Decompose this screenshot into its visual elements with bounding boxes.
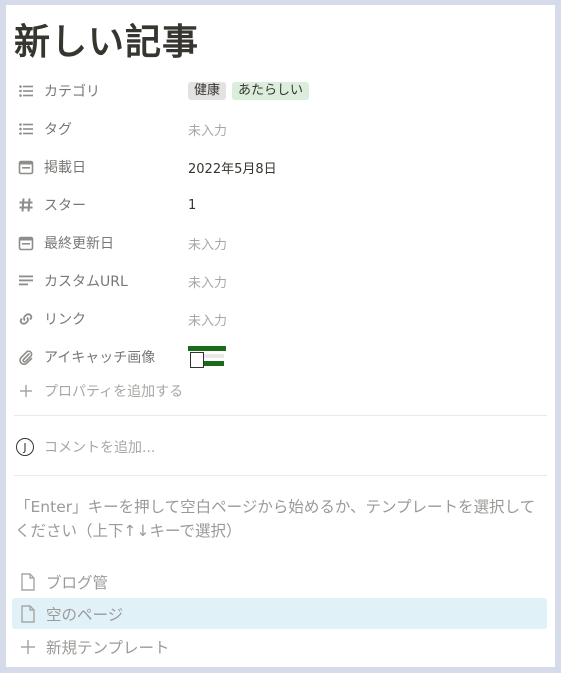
calendar-icon [16,157,36,177]
property-name: カテゴリ [44,84,100,100]
template-item-empty-page[interactable]: 空のページ [12,598,547,629]
property-row-category[interactable]: カテゴリ 健康 あたらしい [14,77,534,105]
property-value[interactable]: 2022年5月8日 [188,158,277,177]
property-row-eyecatch-image[interactable]: アイキャッチ画像 [14,343,534,371]
property-row-published-date[interactable]: 掲載日 2022年5月8日 [14,153,534,181]
divider [14,415,547,416]
property-value[interactable] [188,346,226,368]
text-lines-icon [16,271,36,291]
calendar-icon [16,233,36,253]
list-icon [16,81,36,101]
property-name: カスタムURL [44,274,128,290]
property-row-link[interactable]: リンク 未入力 [14,305,534,333]
property-row-tags[interactable]: タグ 未入力 [14,115,534,143]
property-row-custom-url[interactable]: カスタムURL 未入力 [14,267,534,295]
page-title[interactable]: 新しい記事 [14,13,199,65]
property-name: アイキャッチ画像 [44,350,156,366]
template-label: 新規テンプレート [46,638,170,657]
plus-icon [18,637,38,657]
list-icon [16,119,36,139]
avatar: J [16,438,34,456]
property-name: 最終更新日 [44,236,114,252]
property-row-stars[interactable]: スター 1 [14,191,534,219]
add-property-label: プロパティを追加する [44,384,184,400]
template-item-blog[interactable]: ブログ管 [12,566,547,597]
property-value[interactable]: 未入力 [188,120,227,139]
page: 新しい記事 カテゴリ 健康 あたらしい タグ 未入力 掲載日 2022年5月8日… [6,5,555,667]
template-hint-text: 「Enter」キーを押して空白ページから始めるか、テンプレートを選択してください… [15,498,536,540]
property-value[interactable]: 未入力 [188,310,227,329]
property-value[interactable]: 未入力 [188,272,227,291]
comment-input[interactable]: J コメントを追加... [14,432,534,462]
property-value[interactable]: 健康 あたらしい [188,82,310,100]
property-name: 掲載日 [44,160,86,176]
tag-health[interactable]: 健康 [188,82,227,100]
template-label: 空のページ [46,605,124,624]
tag-new[interactable]: あたらしい [232,82,310,100]
property-row-last-updated[interactable]: 最終更新日 未入力 [14,229,534,257]
divider [14,475,547,476]
template-label: ブログ管 [46,573,109,592]
property-value[interactable]: 未入力 [188,234,227,253]
property-name: スター [44,198,86,214]
property-name: リンク [44,312,86,328]
property-value[interactable]: 1 [188,198,196,213]
eyecatch-thumbnail[interactable] [188,346,226,368]
new-template-button[interactable]: 新規テンプレート [12,631,547,662]
plus-icon [16,381,36,401]
property-name: タグ [44,122,72,138]
paperclip-icon [16,347,36,367]
page-icon [18,572,38,592]
link-icon [16,309,36,329]
page-icon [18,604,38,624]
hash-icon [16,195,36,215]
comment-placeholder: コメントを追加... [44,440,156,456]
add-property-button[interactable]: プロパティを追加する [14,377,534,405]
